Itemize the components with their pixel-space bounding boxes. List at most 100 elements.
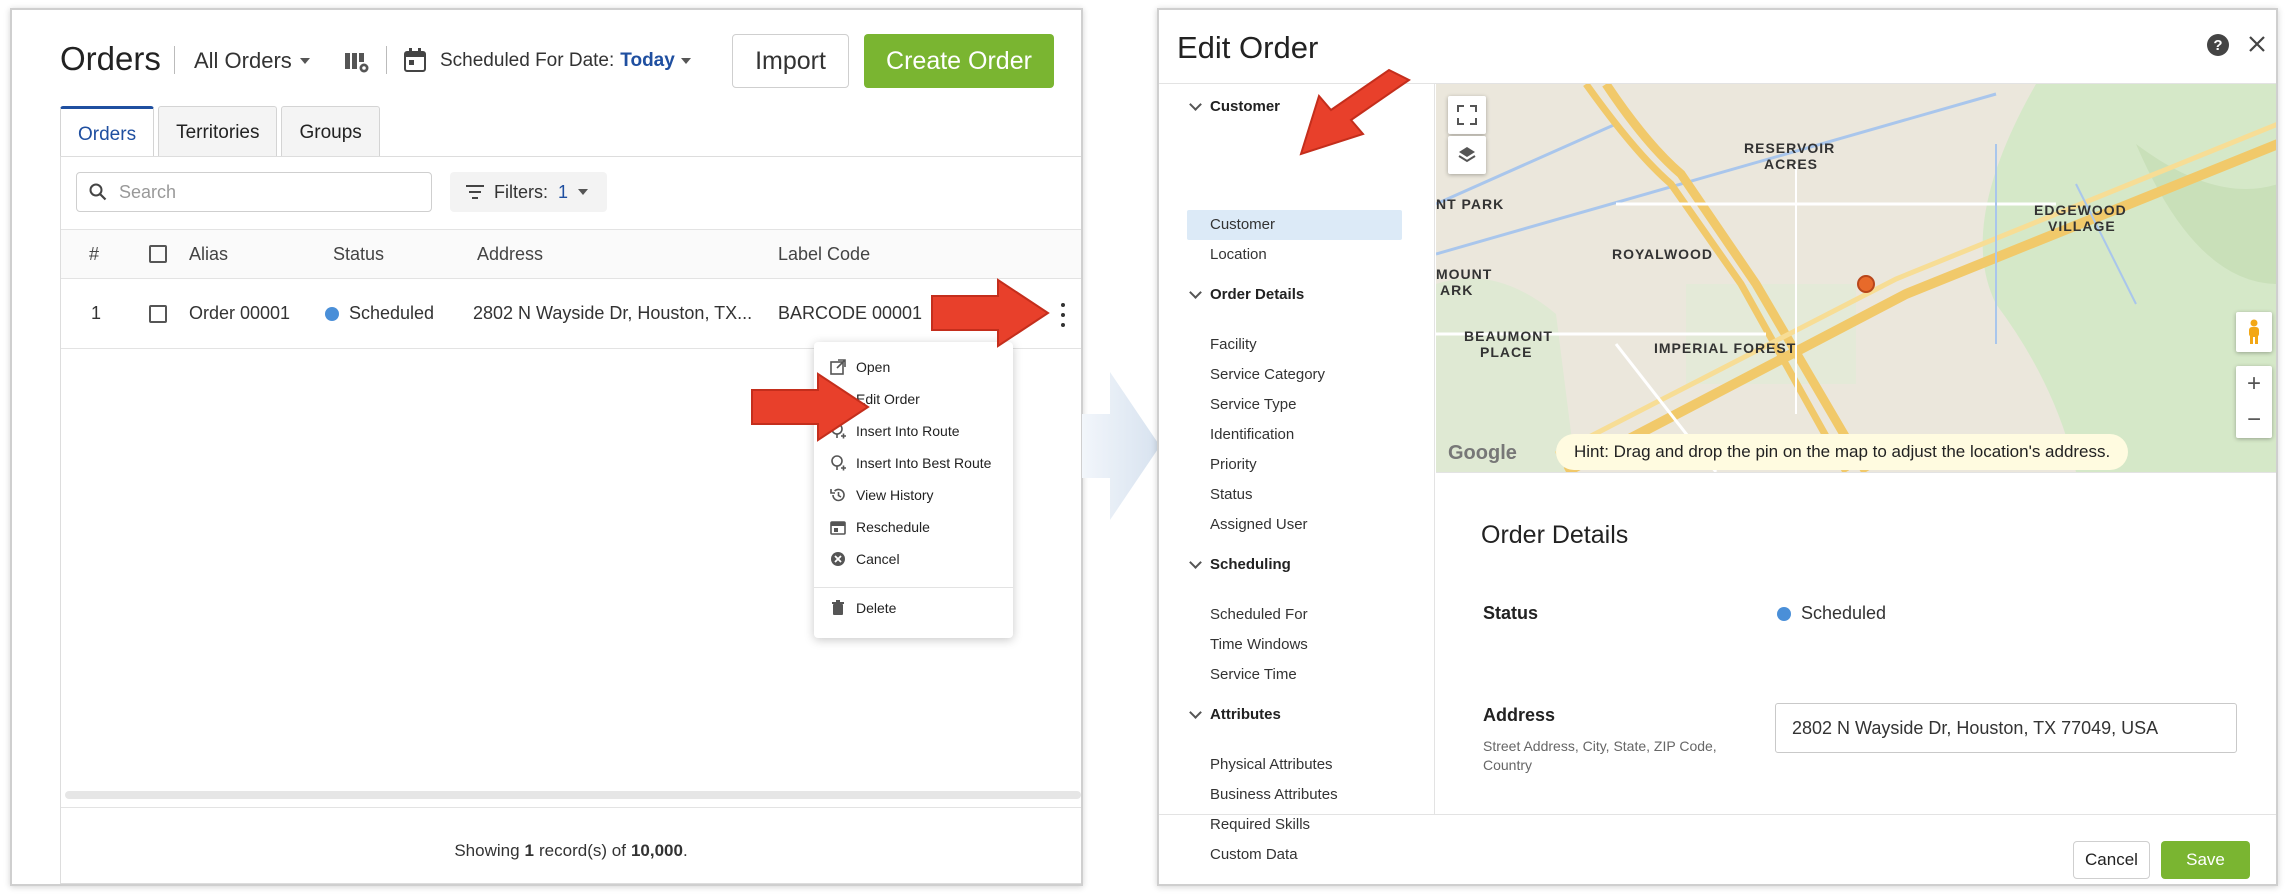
- menu-item-view-history[interactable]: View History: [814, 480, 1013, 510]
- sidebar-item-identification[interactable]: Identification: [1210, 426, 1294, 443]
- sidebar-group-scheduling[interactable]: Scheduling: [1189, 555, 1291, 573]
- chevron-down-icon: [680, 58, 691, 64]
- tab-orders[interactable]: Orders: [60, 106, 155, 160]
- view-selector-dropdown[interactable]: All Orders: [194, 48, 310, 74]
- help-icon[interactable]: ?: [2207, 34, 2229, 56]
- edit-order-sidebar: Customer Customer Location Order Details…: [1159, 84, 1435, 814]
- orders-header: Orders All Orders Scheduled For Date: To…: [12, 10, 1081, 105]
- calendar-icon: [830, 521, 846, 535]
- chevron-down-icon: [1189, 97, 1202, 111]
- menu-item-reschedule[interactable]: Reschedule: [814, 512, 1013, 542]
- red-arrow-icon: [931, 278, 1050, 348]
- header-divider: [174, 46, 175, 74]
- filters-label: Filters:: [494, 181, 548, 202]
- sidebar-item-service-category[interactable]: Service Category: [1210, 366, 1325, 383]
- menu-item-delete[interactable]: Delete: [814, 593, 1013, 623]
- sidebar-group-attributes[interactable]: Attributes: [1189, 705, 1281, 723]
- map-label: NT PARK: [1436, 196, 1505, 212]
- address-label: Address: [1483, 705, 1556, 725]
- sidebar-item-location[interactable]: Location: [1210, 246, 1267, 263]
- cancel-button[interactable]: Cancel: [2073, 841, 2150, 879]
- zoom-controls: + −: [2236, 366, 2272, 438]
- scheduled-date-label: Scheduled For Date:: [440, 50, 615, 71]
- fullscreen-icon[interactable]: [1448, 96, 1486, 134]
- status-dot-icon: [325, 306, 339, 321]
- menu-item-insert-into-best-route[interactable]: Insert Into Best Route: [814, 448, 1013, 478]
- row-checkbox[interactable]: [149, 279, 167, 348]
- status-label: Status: [1483, 603, 1539, 623]
- column-header-label-code[interactable]: Label Code: [778, 230, 870, 278]
- sidebar-group-label: Customer: [1210, 98, 1281, 115]
- filters-count: 1: [558, 181, 569, 202]
- save-button[interactable]: Save: [2161, 841, 2250, 879]
- sidebar-item-priority[interactable]: Priority: [1210, 456, 1257, 473]
- sidebar-item-customer[interactable]: Customer: [1210, 216, 1275, 233]
- horizontal-scrollbar[interactable]: [65, 791, 1081, 799]
- chevron-down-icon: [299, 58, 310, 64]
- sidebar-item-scheduled-for[interactable]: Scheduled For: [1210, 606, 1308, 623]
- map-label: IMPERIAL FOREST: [1654, 340, 1797, 356]
- zoom-in-icon[interactable]: +: [2247, 366, 2261, 402]
- zoom-out-icon[interactable]: −: [2247, 402, 2261, 438]
- checkbox-box: [149, 245, 167, 263]
- column-header-address[interactable]: Address: [477, 230, 543, 278]
- sidebar-item-physical-attributes[interactable]: Physical Attributes: [1210, 756, 1333, 773]
- header-divider: [386, 46, 387, 74]
- sidebar-item-assigned-user[interactable]: Assigned User: [1210, 516, 1308, 533]
- row-status-text: Scheduled: [349, 303, 435, 323]
- sidebar-item-service-time[interactable]: Service Time: [1210, 666, 1297, 683]
- insert-best-route-icon: [831, 455, 846, 471]
- checkbox-box: [149, 304, 167, 323]
- status-dot-icon: [1777, 606, 1791, 621]
- sidebar-item-facility[interactable]: Facility: [1210, 336, 1257, 353]
- menu-item-cancel[interactable]: Cancel: [814, 544, 1013, 574]
- scheduled-date-value: Today: [620, 50, 675, 71]
- import-button[interactable]: Import: [732, 34, 849, 88]
- cancel-circle-icon: [831, 552, 845, 566]
- map-layers-icon[interactable]: [1448, 136, 1486, 174]
- chevron-down-icon: [1189, 285, 1202, 299]
- row-status: Scheduled: [325, 279, 434, 348]
- row-address: 2802 N Wayside Dr, Houston, TX...: [473, 303, 753, 323]
- map-label: VILLAGE: [2048, 218, 2116, 234]
- row-actions-kebab-icon[interactable]: [1061, 303, 1067, 327]
- map-label: MOUNT: [1436, 266, 1493, 282]
- column-header-alias[interactable]: Alias: [189, 230, 228, 278]
- street-view-pegman-icon[interactable]: [2236, 312, 2272, 352]
- create-order-button[interactable]: Create Order: [864, 34, 1054, 88]
- select-all-checkbox[interactable]: [149, 230, 167, 278]
- dialog-title: Edit Order: [1177, 30, 1319, 65]
- records-shown: 1: [524, 840, 535, 860]
- column-header-index: #: [89, 243, 100, 264]
- page-title: Orders: [60, 40, 161, 77]
- sidebar-item-time-windows[interactable]: Time Windows: [1210, 636, 1308, 653]
- column-settings-icon[interactable]: [344, 50, 370, 74]
- row-alias: Order 00001: [189, 303, 291, 323]
- address-input[interactable]: 2802 N Wayside Dr, Houston, TX 77049, US…: [1775, 703, 2237, 753]
- column-header-status[interactable]: Status: [333, 230, 384, 278]
- sidebar-group-order-details[interactable]: Order Details: [1189, 285, 1304, 303]
- sidebar-item-status[interactable]: Status: [1210, 486, 1253, 503]
- records-total: 10,000: [630, 840, 683, 860]
- red-arrow-icon: [1299, 68, 1411, 156]
- sidebar-group-customer[interactable]: Customer: [1189, 97, 1281, 115]
- close-icon[interactable]: [2245, 32, 2269, 56]
- sidebar-item-business-attributes[interactable]: Business Attributes: [1210, 786, 1338, 803]
- sidebar-group-label: Attributes: [1210, 706, 1281, 723]
- sidebar-item-service-type[interactable]: Service Type: [1210, 396, 1296, 413]
- map-label: RESERVOIR: [1744, 140, 1836, 156]
- menu-item-label: View History: [856, 487, 934, 503]
- table-row[interactable]: 1 Order 00001 Scheduled 2802 N Wayside D…: [61, 279, 1081, 349]
- search-input[interactable]: Search: [76, 172, 432, 212]
- map-label: ACRES: [1764, 156, 1819, 172]
- tab-territories[interactable]: Territories: [158, 106, 278, 158]
- dialog-footer: Cancel Save: [1159, 814, 2276, 884]
- view-selector-label: All Orders: [194, 48, 292, 73]
- filters-button[interactable]: Filters: 1: [450, 172, 607, 212]
- location-map[interactable]: RESERVOIR ACRES EDGEWOOD VILLAGE NT PARK…: [1436, 84, 2276, 472]
- map-label: ARK: [1440, 282, 1474, 298]
- tab-groups[interactable]: Groups: [281, 106, 380, 158]
- scheduled-date-filter[interactable]: Scheduled For Date: Today: [440, 50, 691, 72]
- status-value-text: Scheduled: [1801, 603, 1887, 623]
- address-help-text: Street Address, City, State, ZIP Code, C…: [1483, 738, 1717, 773]
